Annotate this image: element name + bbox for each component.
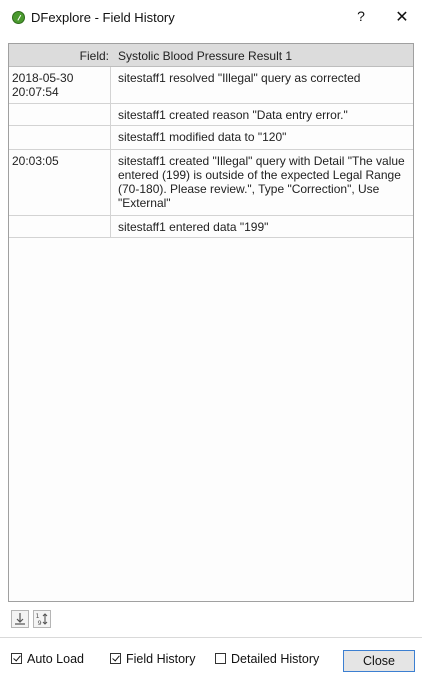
detailed-history-label: Detailed History (231, 652, 320, 666)
sort-down-icon (15, 613, 25, 625)
history-row: sitestaff1 entered data "199" (9, 216, 413, 238)
field-header-row: Field: Systolic Blood Pressure Result 1 (9, 44, 413, 67)
window-title: DFexplore - Field History (31, 10, 175, 25)
column-divider (110, 67, 111, 238)
history-panel: Field: Systolic Blood Pressure Result 1 … (8, 43, 414, 602)
checkbox-unchecked-icon (215, 653, 226, 664)
field-label: Field: (79, 49, 109, 63)
history-description: sitestaff1 resolved "Illegal" query as c… (118, 71, 361, 85)
history-description: sitestaff1 created reason "Data entry er… (118, 108, 348, 122)
history-time: 20:03:05 (12, 154, 59, 168)
history-row: 2018-05-30 20:07:54 sitestaff1 resolved … (9, 67, 413, 104)
footer-separator (0, 637, 422, 638)
svg-text:9: 9 (38, 619, 42, 627)
sort-down-button[interactable] (11, 610, 29, 628)
history-time: 2018-05-30 20:07:54 (12, 71, 74, 99)
checkbox-checked-icon (11, 653, 22, 664)
window-close-button[interactable]: ✕ (393, 7, 411, 29)
history-row: sitestaff1 created reason "Data entry er… (9, 104, 413, 126)
checkbox-checked-icon (110, 653, 121, 664)
history-description: sitestaff1 modified data to "120" (118, 130, 287, 144)
app-logo-icon (12, 11, 25, 24)
field-history-label: Field History (126, 652, 196, 666)
sort-numeric-button[interactable]: 1 9 (33, 610, 51, 628)
help-button[interactable]: ? (353, 8, 369, 28)
history-row: sitestaff1 modified data to "120" (9, 126, 413, 150)
close-button[interactable]: Close (343, 650, 415, 672)
field-value: Systolic Blood Pressure Result 1 (118, 49, 293, 63)
auto-load-label: Auto Load (27, 652, 84, 666)
title-bar: DFexplore - Field History ? ✕ (0, 0, 422, 36)
history-description: sitestaff1 created "Illegal" query with … (118, 154, 405, 210)
history-row: 20:03:05 sitestaff1 created "Illegal" qu… (9, 150, 413, 216)
sort-numeric-icon: 1 9 (36, 612, 48, 627)
history-description: sitestaff1 entered data "199" (118, 220, 269, 234)
